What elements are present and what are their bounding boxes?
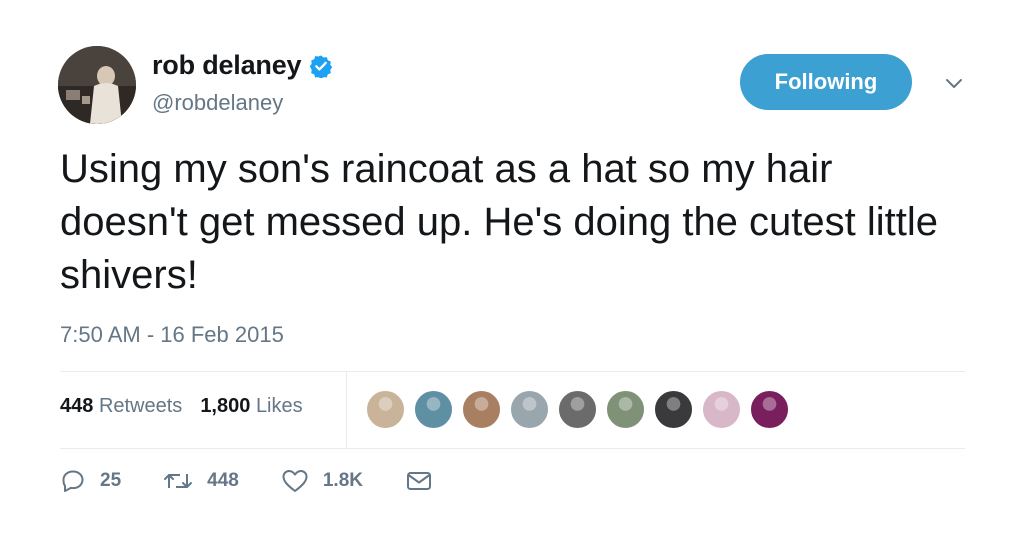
liker-avatar[interactable] [702, 390, 741, 429]
liker-avatars [366, 390, 789, 429]
envelope-icon [406, 472, 431, 490]
like-action[interactable]: 1.8K [281, 468, 363, 494]
divider-bottom [60, 448, 965, 449]
liker-avatar[interactable] [510, 390, 549, 429]
likes-stat[interactable]: 1,800 Likes [200, 395, 302, 418]
retweet-count: 448 [207, 470, 239, 491]
reply-count: 25 [100, 470, 122, 491]
divider-top [60, 371, 965, 372]
liker-avatar[interactable] [558, 390, 597, 429]
direct-message-action[interactable] [405, 468, 433, 494]
tweet-actions: 25 448 1.8K [60, 468, 475, 494]
following-button[interactable]: Following [740, 54, 912, 110]
tweet-timestamp[interactable]: 7:50 AM - 16 Feb 2015 [60, 322, 284, 348]
reply-action[interactable]: 25 [60, 468, 121, 494]
avatar[interactable] [58, 46, 136, 124]
reply-icon [62, 470, 84, 492]
liker-avatar[interactable] [654, 390, 693, 429]
retweets-stat[interactable]: 448 Retweets [60, 395, 182, 418]
tweet-text: Using my son's raincoat as a hat so my h… [60, 147, 939, 297]
user-name[interactable]: rob delaney [152, 50, 333, 81]
liker-avatar[interactable] [750, 390, 789, 429]
verified-badge-icon [310, 55, 333, 78]
avatar-photo [58, 46, 136, 124]
liker-avatar[interactable] [606, 390, 645, 429]
stats-vertical-divider [346, 372, 347, 448]
retweet-icon [164, 474, 193, 488]
user-name-text[interactable]: rob delaney [152, 50, 302, 81]
user-handle[interactable]: @robdelaney [152, 90, 283, 116]
chevron-down-icon[interactable] [943, 72, 965, 94]
liker-avatar[interactable] [414, 390, 453, 429]
retweet-action[interactable]: 448 [163, 468, 239, 494]
retweets-stat-label: Retweets [98, 395, 183, 417]
liker-avatar[interactable] [366, 390, 405, 429]
liker-avatar[interactable] [462, 390, 501, 429]
retweets-stat-count: 448 [60, 395, 94, 417]
likes-stat-label: Likes [255, 395, 303, 417]
engagement-stats: 448 Retweets 1,800 Likes [60, 395, 303, 418]
like-count: 1.8K [322, 470, 363, 491]
likes-stat-count: 1,800 [200, 395, 251, 417]
heart-icon [282, 470, 308, 492]
